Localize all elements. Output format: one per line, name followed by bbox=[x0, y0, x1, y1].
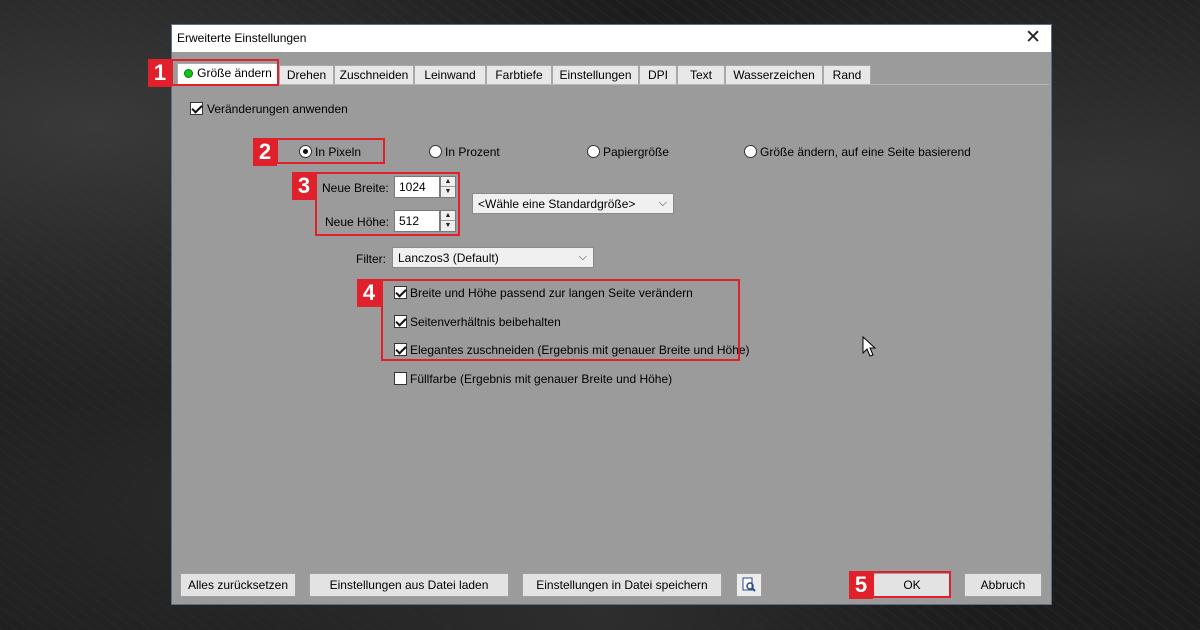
tab-border[interactable]: Rand bbox=[823, 65, 871, 85]
highlight-box-5 bbox=[872, 571, 951, 598]
window-title: Erweiterte Einstellungen bbox=[177, 31, 307, 45]
step-badge-4: 4 bbox=[357, 279, 381, 307]
step-badge-5: 5 bbox=[849, 571, 873, 599]
standard-size-dropdown[interactable]: <Wähle eine Standardgröße> ⌵ bbox=[472, 193, 674, 214]
filter-value: Lanczos3 (Default) bbox=[398, 251, 499, 265]
option-fill-color-label: Füllfarbe (Ergebnis mit genauer Breite u… bbox=[410, 372, 673, 386]
highlight-box-1 bbox=[171, 59, 279, 86]
standard-size-value: <Wähle eine Standardgröße> bbox=[478, 197, 636, 211]
step-badge-3: 3 bbox=[292, 172, 316, 200]
highlight-box-2 bbox=[276, 138, 385, 164]
tab-settings[interactable]: Einstellungen bbox=[552, 65, 639, 85]
tab-crop[interactable]: Zuschneiden bbox=[334, 65, 414, 85]
mouse-pointer-icon bbox=[862, 336, 877, 357]
highlight-box-4 bbox=[381, 279, 740, 361]
chevron-down-icon: ⌵ bbox=[658, 197, 667, 209]
step-badge-1: 1 bbox=[148, 59, 172, 87]
apply-changes-checkbox[interactable] bbox=[190, 102, 203, 115]
filter-label: Filter: bbox=[356, 252, 386, 266]
tab-dpi[interactable]: DPI bbox=[639, 65, 677, 85]
radio-resize-by-side[interactable] bbox=[744, 145, 757, 158]
tab-text[interactable]: Text bbox=[677, 65, 725, 85]
filter-dropdown[interactable]: Lanczos3 (Default) ⌵ bbox=[392, 247, 594, 268]
tab-panel-border bbox=[174, 84, 1049, 85]
close-icon[interactable]: ✕ bbox=[1025, 27, 1041, 49]
preview-button[interactable] bbox=[736, 573, 762, 597]
chevron-down-icon: ⌵ bbox=[578, 251, 587, 263]
radio-in-percent-label: In Prozent bbox=[445, 145, 500, 159]
load-settings-button[interactable]: Einstellungen aus Datei laden bbox=[309, 573, 509, 597]
highlight-box-3 bbox=[315, 172, 460, 236]
radio-in-percent[interactable] bbox=[429, 145, 442, 158]
radio-paper-size[interactable] bbox=[587, 145, 600, 158]
tab-color-depth[interactable]: Farbtiefe bbox=[486, 65, 552, 85]
tab-bar: Größe ändern Drehen Zuschneiden Leinwand… bbox=[172, 63, 1051, 85]
title-bar: Erweiterte Einstellungen ✕ bbox=[172, 25, 1051, 52]
tab-watermark[interactable]: Wasserzeichen bbox=[725, 65, 823, 85]
preview-search-icon bbox=[742, 577, 756, 592]
tab-canvas[interactable]: Leinwand bbox=[414, 65, 486, 85]
radio-paper-size-label: Papiergröße bbox=[603, 145, 670, 159]
tab-rotate[interactable]: Drehen bbox=[279, 65, 334, 85]
cancel-button[interactable]: Abbruch bbox=[964, 573, 1042, 597]
radio-resize-by-side-label: Größe ändern, auf eine Seite basierend bbox=[760, 145, 971, 159]
step-badge-2: 2 bbox=[253, 138, 277, 166]
reset-all-button[interactable]: Alles zurücksetzen bbox=[180, 573, 296, 597]
save-settings-button[interactable]: Einstellungen in Datei speichern bbox=[522, 573, 722, 597]
option-fill-color-checkbox[interactable] bbox=[394, 372, 407, 385]
apply-changes-label: Veränderungen anwenden bbox=[207, 102, 348, 116]
